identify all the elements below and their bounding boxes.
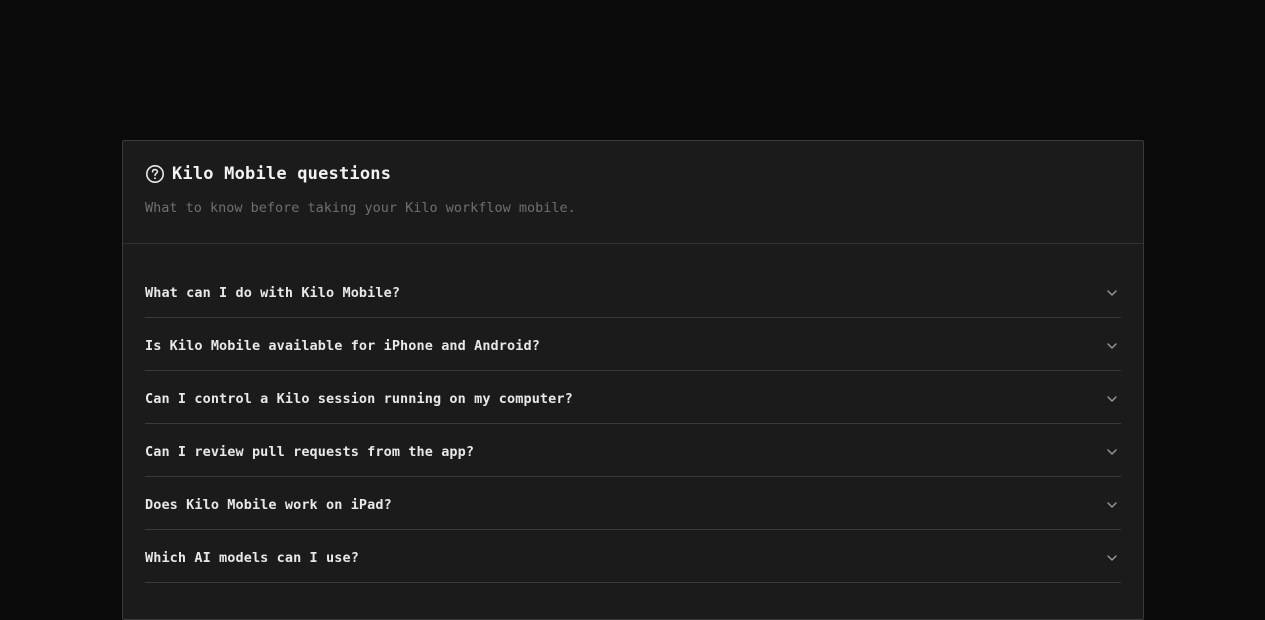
faq-item[interactable]: Can I control a Kilo session running on … (145, 371, 1121, 424)
faq-question: Is Kilo Mobile available for iPhone and … (145, 338, 540, 354)
faq-question: Which AI models can I use? (145, 550, 359, 566)
faq-header: Kilo Mobile questions What to know befor… (123, 141, 1143, 244)
chevron-down-icon (1105, 551, 1119, 565)
page-title: Kilo Mobile questions (172, 164, 392, 184)
chevron-down-icon (1105, 445, 1119, 459)
faq-question: Can I review pull requests from the app? (145, 444, 475, 460)
chevron-down-icon (1105, 498, 1119, 512)
chevron-down-icon (1105, 392, 1119, 406)
title-row: Kilo Mobile questions (145, 163, 1121, 185)
faq-card: Kilo Mobile questions What to know befor… (122, 140, 1144, 620)
faq-item[interactable]: Can I review pull requests from the app? (145, 424, 1121, 477)
chevron-down-icon (1105, 339, 1119, 353)
page-subtitle: What to know before taking your Kilo wor… (145, 200, 576, 216)
faq-question: Can I control a Kilo session running on … (145, 391, 573, 407)
faq-item[interactable]: Does Kilo Mobile work on iPad? (145, 477, 1121, 530)
faq-question: What can I do with Kilo Mobile? (145, 285, 401, 301)
help-circle-icon (145, 164, 165, 184)
faq-list: What can I do with Kilo Mobile? Is Kilo … (123, 244, 1143, 583)
faq-item[interactable]: What can I do with Kilo Mobile? (145, 265, 1121, 318)
faq-item[interactable]: Which AI models can I use? (145, 530, 1121, 583)
faq-question: Does Kilo Mobile work on iPad? (145, 497, 392, 513)
faq-item[interactable]: Is Kilo Mobile available for iPhone and … (145, 318, 1121, 371)
chevron-down-icon (1105, 286, 1119, 300)
